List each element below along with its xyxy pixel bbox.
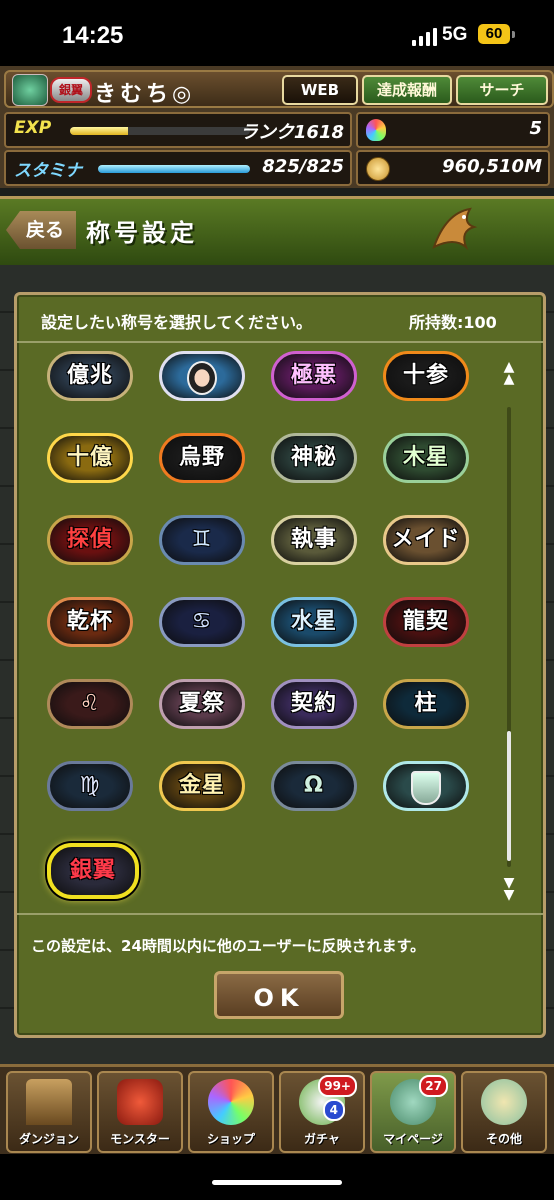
status-bar: 14:25 5G 60 xyxy=(0,0,554,66)
title-option[interactable]: 龍契 xyxy=(383,597,469,647)
notification-badge: 27 xyxy=(419,1075,448,1097)
nav-item-question[interactable]: その他 xyxy=(461,1071,547,1153)
nav-item-red-dragon[interactable]: モンスター xyxy=(97,1071,183,1153)
title-option[interactable]: 契約 xyxy=(271,679,357,729)
title-option[interactable]: 探偵 xyxy=(47,515,133,565)
title-option[interactable]: 夏祭 xyxy=(159,679,245,729)
nav-label: ダンジョン xyxy=(18,1132,79,1146)
exp-label: EXP xyxy=(14,118,52,138)
nav-label: ガチャ xyxy=(304,1132,340,1146)
nav-item-magic-stone[interactable]: ショップ xyxy=(188,1071,274,1153)
scrollbar-thumb[interactable] xyxy=(507,731,511,861)
title-option[interactable]: 極悪 xyxy=(271,351,357,401)
dragon-ornament-icon xyxy=(432,207,478,251)
stamina-bar xyxy=(98,165,250,173)
home-indicator xyxy=(212,1180,342,1185)
title-option[interactable]: 億兆 xyxy=(47,351,133,401)
nav-item-dungeon-gate[interactable]: ダンジョン xyxy=(6,1071,92,1153)
title-badge: 銀翼 xyxy=(50,77,92,103)
user-bar: 銀翼 きむち◎ WEB 達成報酬 サーチ xyxy=(4,70,554,108)
nav-item-egg-machine[interactable]: ガチャ 99+ 4 xyxy=(279,1071,365,1153)
title-option[interactable]: 木星 xyxy=(383,433,469,483)
stamina-box: スタミナ 825/825 xyxy=(4,150,352,186)
scroll-down-icon[interactable]: ▼ ▼ xyxy=(501,876,517,902)
owned-count: 所持数:100 xyxy=(409,313,497,332)
nav-item-mypage[interactable]: マイページ 27 xyxy=(370,1071,456,1153)
exp-box: EXP ランク1618 xyxy=(4,112,352,148)
ok-button[interactable]: OK xyxy=(214,971,344,1019)
title-grid: 億兆 極悪 十参十億 烏野 神秘 木星探偵 ♊ 執事 メイド乾杯 ♋ 水星 龍契 ♌ 夏祭 契約柱 ♍ 金星 Ω 銀… xyxy=(47,347,497,907)
notification-badge-secondary: 4 xyxy=(322,1099,345,1121)
title-option[interactable]: 柱 xyxy=(383,679,469,729)
red-dragon-icon xyxy=(117,1079,163,1125)
coin-icon xyxy=(366,157,390,181)
title-option[interactable]: メイド xyxy=(383,515,469,565)
dungeon-gate-icon xyxy=(26,1079,72,1125)
title-option[interactable] xyxy=(383,761,469,811)
coins-value: 960,510M xyxy=(442,156,542,177)
coins-box: 960,510M xyxy=(356,150,550,186)
title-select-panel: 設定したい称号を選択してください。 所持数:100 億兆 極悪 十参十億 烏野 神秘 木星… xyxy=(14,292,546,1038)
title-option[interactable] xyxy=(159,351,245,401)
title-option[interactable]: 十億 xyxy=(47,433,133,483)
title-option[interactable]: 神秘 xyxy=(271,433,357,483)
page-header: 戻る 称号設定 xyxy=(0,196,554,268)
character-portrait-icon xyxy=(187,361,217,395)
rank-value: ランク1618 xyxy=(239,122,344,143)
magic-stone-icon xyxy=(208,1079,254,1125)
bottom-navigation: ダンジョン モンスター ショップ ガチャ 99+ 4 マイページ 27 その他 xyxy=(0,1064,554,1157)
search-button[interactable]: サーチ xyxy=(456,75,548,105)
network-type: 5G xyxy=(442,24,468,45)
stones-value: 5 xyxy=(529,118,542,139)
divider xyxy=(17,913,543,915)
stamina-label: スタミナ xyxy=(14,161,82,181)
nav-label: その他 xyxy=(485,1132,522,1146)
title-option[interactable]: 乾杯 xyxy=(47,597,133,647)
battery-icon: 60 xyxy=(478,24,515,44)
divider xyxy=(17,341,543,343)
instruction-text: 設定したい称号を選択してください。 xyxy=(41,313,313,332)
title-option[interactable]: ♋ xyxy=(159,597,245,647)
home-indicator-area xyxy=(0,1154,554,1200)
scroll-up-icon[interactable]: ▲ ▲ xyxy=(501,360,517,386)
nav-label: ショップ xyxy=(206,1132,255,1146)
title-option[interactable]: 執事 xyxy=(271,515,357,565)
sync-note: この設定は、24時間以内に他のユーザーに反映されます。 xyxy=(31,937,426,955)
title-option-selected[interactable]: 銀翼 xyxy=(47,843,139,899)
stamina-value: 825/825 xyxy=(262,156,344,177)
question-icon xyxy=(481,1079,527,1125)
achievements-button[interactable]: 達成報酬 xyxy=(362,75,452,105)
title-option[interactable]: 烏野 xyxy=(159,433,245,483)
page-title: 称号設定 xyxy=(86,219,198,247)
title-option[interactable]: ♊ xyxy=(159,515,245,565)
player-name: きむち◎ xyxy=(94,82,196,107)
shield-crest-icon xyxy=(411,771,441,805)
nav-label: モンスター xyxy=(110,1132,170,1146)
title-option[interactable]: ♍ xyxy=(47,761,133,811)
stones-box: 5 xyxy=(356,112,550,148)
signal-icon xyxy=(412,28,438,46)
title-option[interactable]: 水星 xyxy=(271,597,357,647)
back-button[interactable]: 戻る xyxy=(6,211,76,249)
exp-bar xyxy=(70,127,250,135)
status-time: 14:25 xyxy=(62,22,124,49)
title-option[interactable]: 金星 xyxy=(159,761,245,811)
title-option[interactable]: Ω xyxy=(271,761,357,811)
magic-stone-icon xyxy=(366,119,386,141)
avatar[interactable] xyxy=(12,74,48,106)
nav-label: マイページ xyxy=(383,1132,443,1146)
title-option[interactable]: ♌ xyxy=(47,679,133,729)
title-option[interactable]: 十参 xyxy=(383,351,469,401)
web-button[interactable]: WEB xyxy=(282,75,358,105)
notification-badge: 99+ xyxy=(318,1075,357,1097)
player-panel: 銀翼 きむち◎ WEB 達成報酬 サーチ EXP ランク1618 スタミナ 82… xyxy=(0,66,554,188)
